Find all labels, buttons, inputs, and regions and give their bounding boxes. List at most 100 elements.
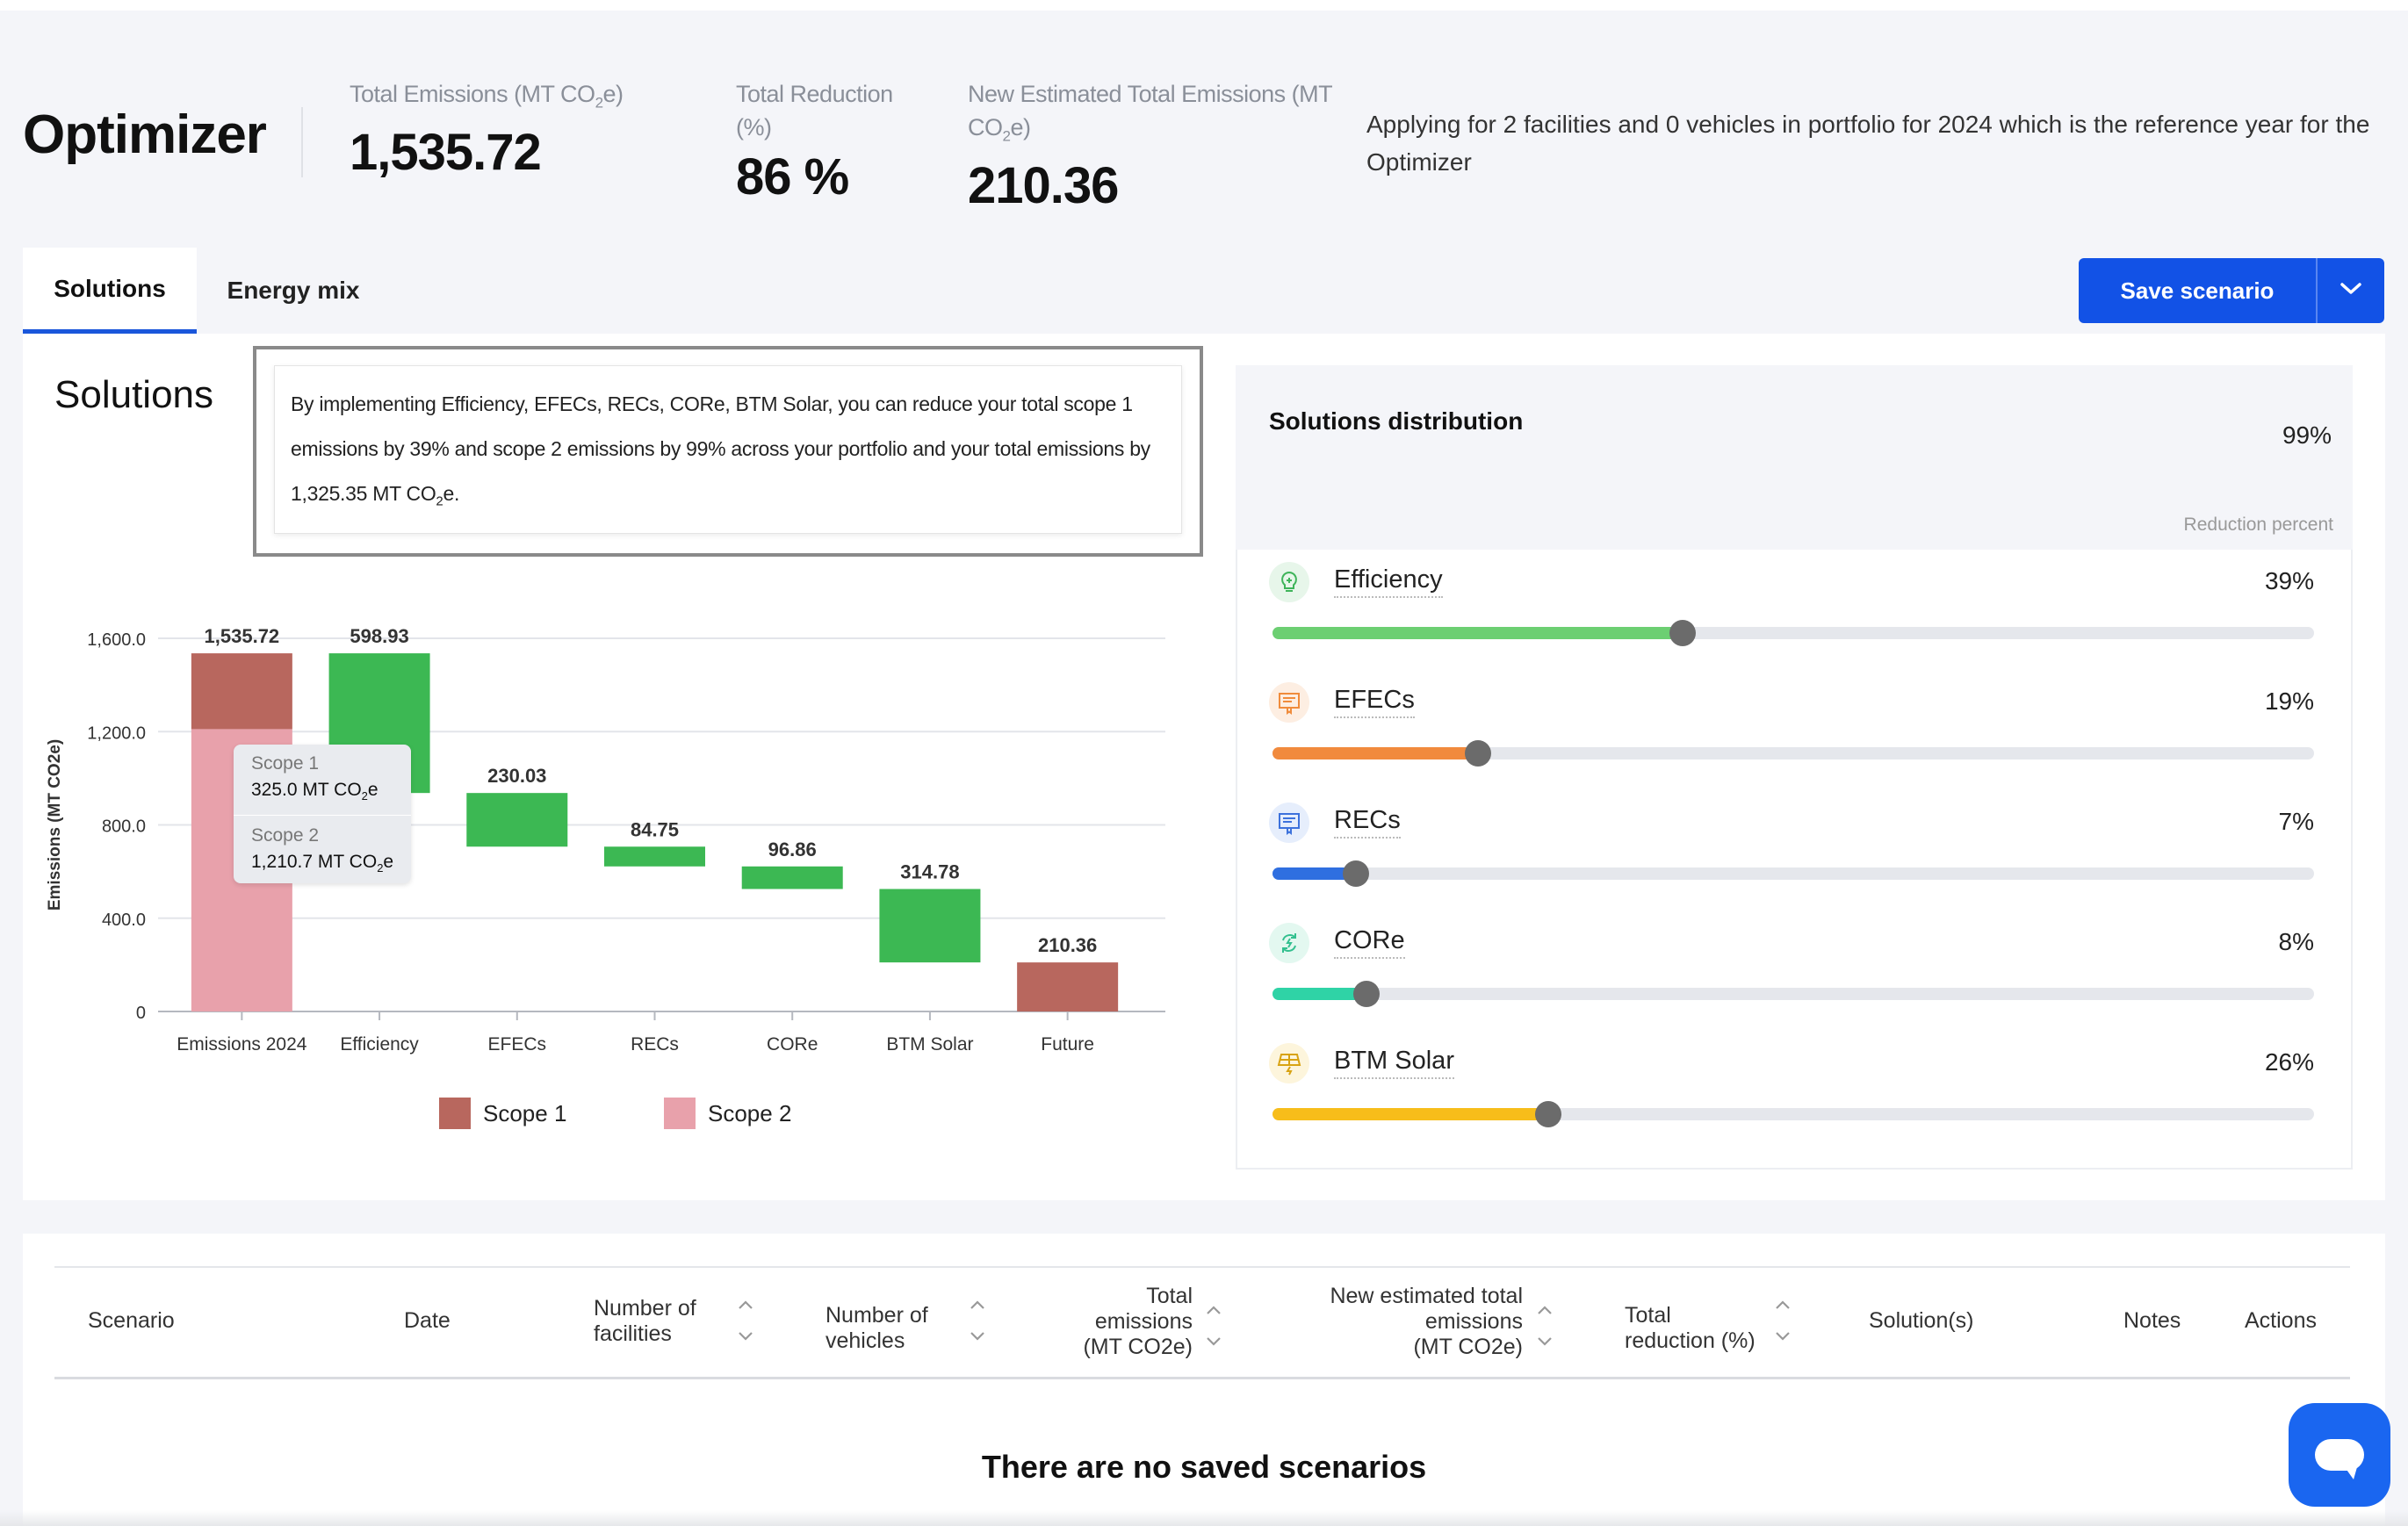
col-facilities-label: facilities — [594, 1321, 672, 1346]
tab-solutions[interactable]: Solutions — [23, 248, 197, 334]
table-top-border — [54, 1266, 2350, 1268]
col-reduction-label: Total — [1625, 1303, 1671, 1328]
solution-name: EFECs — [1334, 686, 1415, 718]
col-new-label: New estimated total — [1330, 1284, 1523, 1308]
col-new-label: (MT CO2e) — [1413, 1335, 1523, 1359]
solution-name: BTM Solar — [1334, 1047, 1454, 1079]
slider-handle[interactable] — [1464, 740, 1491, 767]
col-total-label: emissions — [1094, 1309, 1193, 1334]
solution-slider[interactable] — [1272, 740, 2314, 767]
col-total-label: (MT CO2e) — [1083, 1335, 1193, 1359]
solution-slider[interactable] — [1272, 981, 2314, 1007]
tooltip-label: Scope 2 — [251, 825, 320, 846]
chat-button[interactable] — [2289, 1403, 2390, 1507]
save-scenario-button[interactable]: Save scenario — [2079, 258, 2316, 323]
col-new-estimated[interactable]: New estimated total emissions (MT CO2e) — [1300, 1284, 1523, 1360]
x-tick-label: BTM Solar — [886, 1034, 973, 1055]
recycle-icon — [1269, 923, 1309, 963]
col-date[interactable]: Date — [404, 1308, 451, 1334]
metric-label: New Estimated Total Emissions (MT CO2e) — [968, 81, 1332, 145]
col-total-label: Total — [1146, 1284, 1193, 1308]
y-tick-label: 400.0 — [102, 911, 146, 930]
solution-percent: 8% — [2278, 928, 2314, 955]
metric-new-estimated: New Estimated Total Emissions (MT CO2e) … — [968, 77, 1345, 215]
y-tick-label: 1,200.0 — [87, 723, 146, 743]
chevron-down-icon — [2340, 282, 2362, 300]
slider-fill — [1272, 747, 1478, 759]
distribution-title: Solutions distribution — [1269, 407, 1524, 435]
sort-arrows-icon[interactable] — [968, 1298, 987, 1345]
solution-percent: 19% — [2264, 687, 2314, 715]
table-header-border — [54, 1377, 2350, 1379]
certificate-icon — [1269, 682, 1309, 723]
slider-handle[interactable] — [1342, 860, 1369, 887]
metric-total-reduction: Total Reduction (%) 86 % — [736, 77, 912, 206]
col-facilities[interactable]: Number of facilities — [594, 1296, 696, 1347]
solution-percent: 7% — [2278, 808, 2314, 835]
tooltip-label: Scope 1 — [251, 753, 320, 774]
bar-reduction — [466, 793, 568, 847]
bar-reduction — [604, 846, 705, 867]
solution-slider[interactable] — [1272, 1101, 2314, 1127]
data-label: 314.78 — [900, 861, 959, 883]
metric-value: 1,535.72 — [350, 124, 542, 182]
data-label: 1,535.72 — [205, 625, 280, 647]
solution-name: RECs — [1334, 806, 1401, 839]
solutions-summary-highlight: By implementing Efficiency, EFECs, RECs,… — [253, 346, 1203, 557]
x-tick-label: CORe — [767, 1034, 818, 1055]
solution-name: Efficiency — [1334, 565, 1443, 598]
x-tick-label: Future — [1041, 1034, 1094, 1055]
solution-slider[interactable] — [1272, 620, 2314, 646]
slider-fill — [1272, 1108, 1549, 1120]
col-total-emissions[interactable]: Total emissions (MT CO2e) — [1019, 1284, 1193, 1360]
sort-arrows-icon[interactable] — [736, 1298, 755, 1345]
y-tick-label: 1,600.0 — [87, 630, 146, 650]
empty-state-message: There are no saved scenarios — [981, 1449, 1427, 1485]
col-vehicles-label: vehicles — [825, 1328, 905, 1353]
col-vehicles-label: Number of — [825, 1303, 928, 1328]
col-actions: Actions — [2245, 1308, 2317, 1333]
solutions-summary: By implementing Efficiency, EFECs, RECs,… — [274, 365, 1182, 534]
metric-value: 210.36 — [968, 157, 1119, 215]
bar-future — [1017, 962, 1119, 1011]
legend-swatch — [439, 1098, 471, 1129]
metric-label: Total Emissions (MT CO2e) — [350, 81, 624, 112]
col-solutions[interactable]: Solution(s) — [1869, 1308, 1974, 1334]
solution-slider[interactable] — [1272, 860, 2314, 887]
distribution-total: 99% — [2282, 421, 2332, 449]
save-options-dropdown[interactable] — [2316, 258, 2384, 323]
x-tick-label: EFECs — [488, 1034, 547, 1055]
slider-handle[interactable] — [1352, 981, 1380, 1007]
data-label: 230.03 — [487, 765, 546, 787]
col-total-reduction[interactable]: Total reduction (%) — [1625, 1303, 1756, 1354]
data-label: 210.36 — [1038, 934, 1097, 956]
metric-label: Total Reduction (%) — [736, 81, 893, 140]
col-scenario[interactable]: Scenario — [88, 1308, 175, 1334]
col-vehicles[interactable]: Number of vehicles — [825, 1303, 928, 1354]
sort-arrows-icon[interactable] — [1535, 1303, 1554, 1350]
page-title: Optimizer — [23, 104, 267, 165]
tooltip-divider — [234, 815, 411, 816]
legend-label: Scope 2 — [708, 1099, 792, 1127]
col-new-label: emissions — [1424, 1309, 1523, 1334]
bar-scope-1 — [191, 653, 292, 730]
slider-fill — [1272, 627, 1683, 639]
bar-reduction — [879, 889, 981, 963]
portfolio-note: Applying for 2 facilities and 0 vehicles… — [1366, 111, 2370, 176]
col-facilities-label: Number of — [594, 1296, 696, 1321]
col-notes[interactable]: Notes — [2123, 1308, 2181, 1334]
legend-scope-1[interactable]: Scope 1 — [439, 1098, 566, 1129]
bottom-fade — [0, 1510, 2408, 1526]
header-divider — [301, 107, 303, 177]
data-label: 84.75 — [631, 818, 679, 840]
distribution-subtitle: Reduction percent — [2183, 515, 2333, 535]
lightbulb-icon — [1269, 562, 1309, 602]
tab-energy-mix[interactable]: Energy mix — [197, 248, 390, 334]
chart-tooltip: Scope 1 325.0 MT CO2e Scope 2 1,210.7 MT… — [234, 745, 411, 883]
solar-panel-icon — [1269, 1043, 1309, 1083]
tooltip-value: 1,210.7 MT CO2e — [251, 852, 394, 875]
sort-arrows-icon[interactable] — [1773, 1298, 1792, 1345]
top-strip — [0, 0, 2408, 11]
sort-arrows-icon[interactable] — [1204, 1303, 1223, 1350]
legend-scope-2[interactable]: Scope 2 — [664, 1098, 791, 1129]
